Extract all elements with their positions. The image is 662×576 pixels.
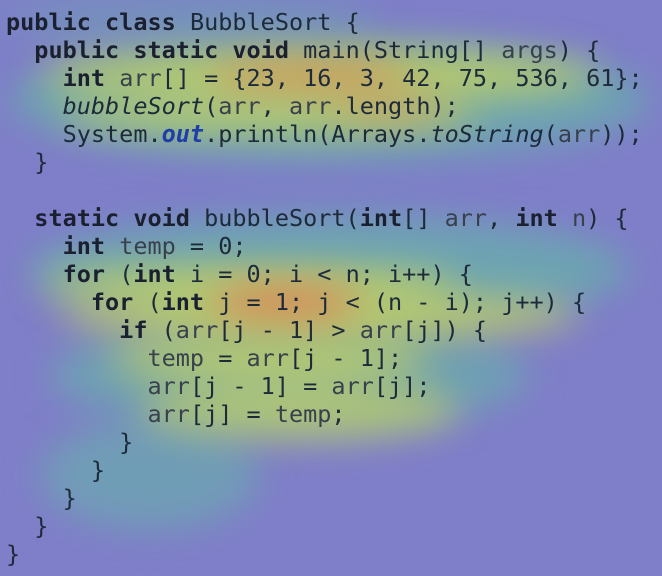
code-token: .length); [331,92,459,120]
code-token: arr [359,316,403,344]
code-token: n [571,204,587,232]
code-line: arr[j - 1] = arr[j]; [6,372,643,400]
code-line: } [6,540,643,568]
code-token: [] [402,204,445,232]
code-token: )); [600,120,643,148]
code-token: toString [430,120,544,148]
code-token: static void [6,204,205,232]
code-token: , [487,204,516,232]
code-token: = [204,344,247,372]
code-token: bubbleSort [62,92,205,120]
code-token: out [161,120,205,148]
code-token: } [6,512,49,540]
code-token: if [6,316,162,344]
code-token: args [501,36,558,64]
code-token: arr [147,372,190,400]
code-line: if (arr[j - 1] > arr[j]) { [6,316,643,344]
code-token: } [6,540,21,568]
code-token: [j]) { [402,316,488,344]
code-token: arr [444,204,488,232]
code-token: ( [161,316,176,344]
code-token: [j - 1] > [218,316,360,344]
code-token: arr [331,372,374,400]
code-token: [j] = [189,400,275,428]
code-token: .println(Arrays. [204,120,431,148]
code-token: int [6,232,120,260]
code-token: temp [147,344,205,372]
code-token: int [6,64,120,92]
code-token: } [6,148,49,176]
code-token: } [6,428,134,456]
code-line: temp = arr[j - 1]; [6,344,643,372]
code-token: public class [6,8,190,36]
code-token: ) { [557,36,601,64]
code-line: arr[j] = temp; [6,400,643,428]
code-token: } [6,456,106,484]
code-token: arr [119,64,162,92]
code-line: System.out.println(Arrays.toString(arr))… [6,120,643,148]
code-token: int [133,260,190,288]
code-line: static void bubbleSort(int[] arr, int n)… [6,204,643,232]
code-token: ; [331,400,346,428]
code-token: int [359,204,403,232]
code-line: public class BubbleSort { [6,8,643,36]
code-block: public class BubbleSort { public static … [6,8,643,568]
code-token: [j - 1]; [288,344,403,372]
code-token: arr [246,344,289,372]
code-token: ) { [586,204,629,232]
code-line: public static void main(String[] args) { [6,36,643,64]
code-token: arr [147,400,190,428]
code-token: [j]; [373,372,431,400]
code-token: = 0; [175,232,247,260]
code-token: temp [119,232,176,260]
code-line: } [6,428,643,456]
code-token: } [6,484,77,512]
code-token: [j - 1] = [189,372,332,400]
code-token: BubbleSort { [189,8,360,36]
code-line: for (int i = 0; i < n; i++) { [6,260,643,288]
code-token: arr [218,92,261,120]
code-heatmap-canvas: public class BubbleSort { public static … [0,0,662,576]
code-token: arr [288,92,332,120]
code-token: int [515,204,572,232]
code-line: } [6,148,643,176]
code-token: ( [119,260,134,288]
code-token: public static void [6,36,304,64]
code-line: bubbleSort(arr, arr.length); [6,92,643,120]
code-line: } [6,512,643,540]
code-line: } [6,456,643,484]
code-token: [] = {23, 16, 3, 42, 75, 536, 61}; [161,64,643,92]
code-token: ( [204,92,219,120]
code-token: temp [274,400,332,428]
code-token: int [161,288,219,316]
code-token: for [6,288,148,316]
code-token: for [6,260,120,288]
code-line: int temp = 0; [6,232,643,260]
code-token: j = 1; j < (n - i); j++) { [218,288,587,316]
code-token: arr [175,316,219,344]
code-token: i = 0; i < n; i++) { [189,260,473,288]
code-line: for (int j = 1; j < (n - i); j++) { [6,288,643,316]
code-token: bubbleSort( [204,204,360,232]
code-token: , [260,92,289,120]
code-line: int arr[] = {23, 16, 3, 42, 75, 536, 61}… [6,64,643,92]
code-token: ( [147,288,162,316]
code-token: System. [6,120,162,148]
code-token: main(String[] [303,36,502,64]
code-token: ( [543,120,558,148]
code-line: } [6,484,643,512]
code-token: arr [557,120,601,148]
